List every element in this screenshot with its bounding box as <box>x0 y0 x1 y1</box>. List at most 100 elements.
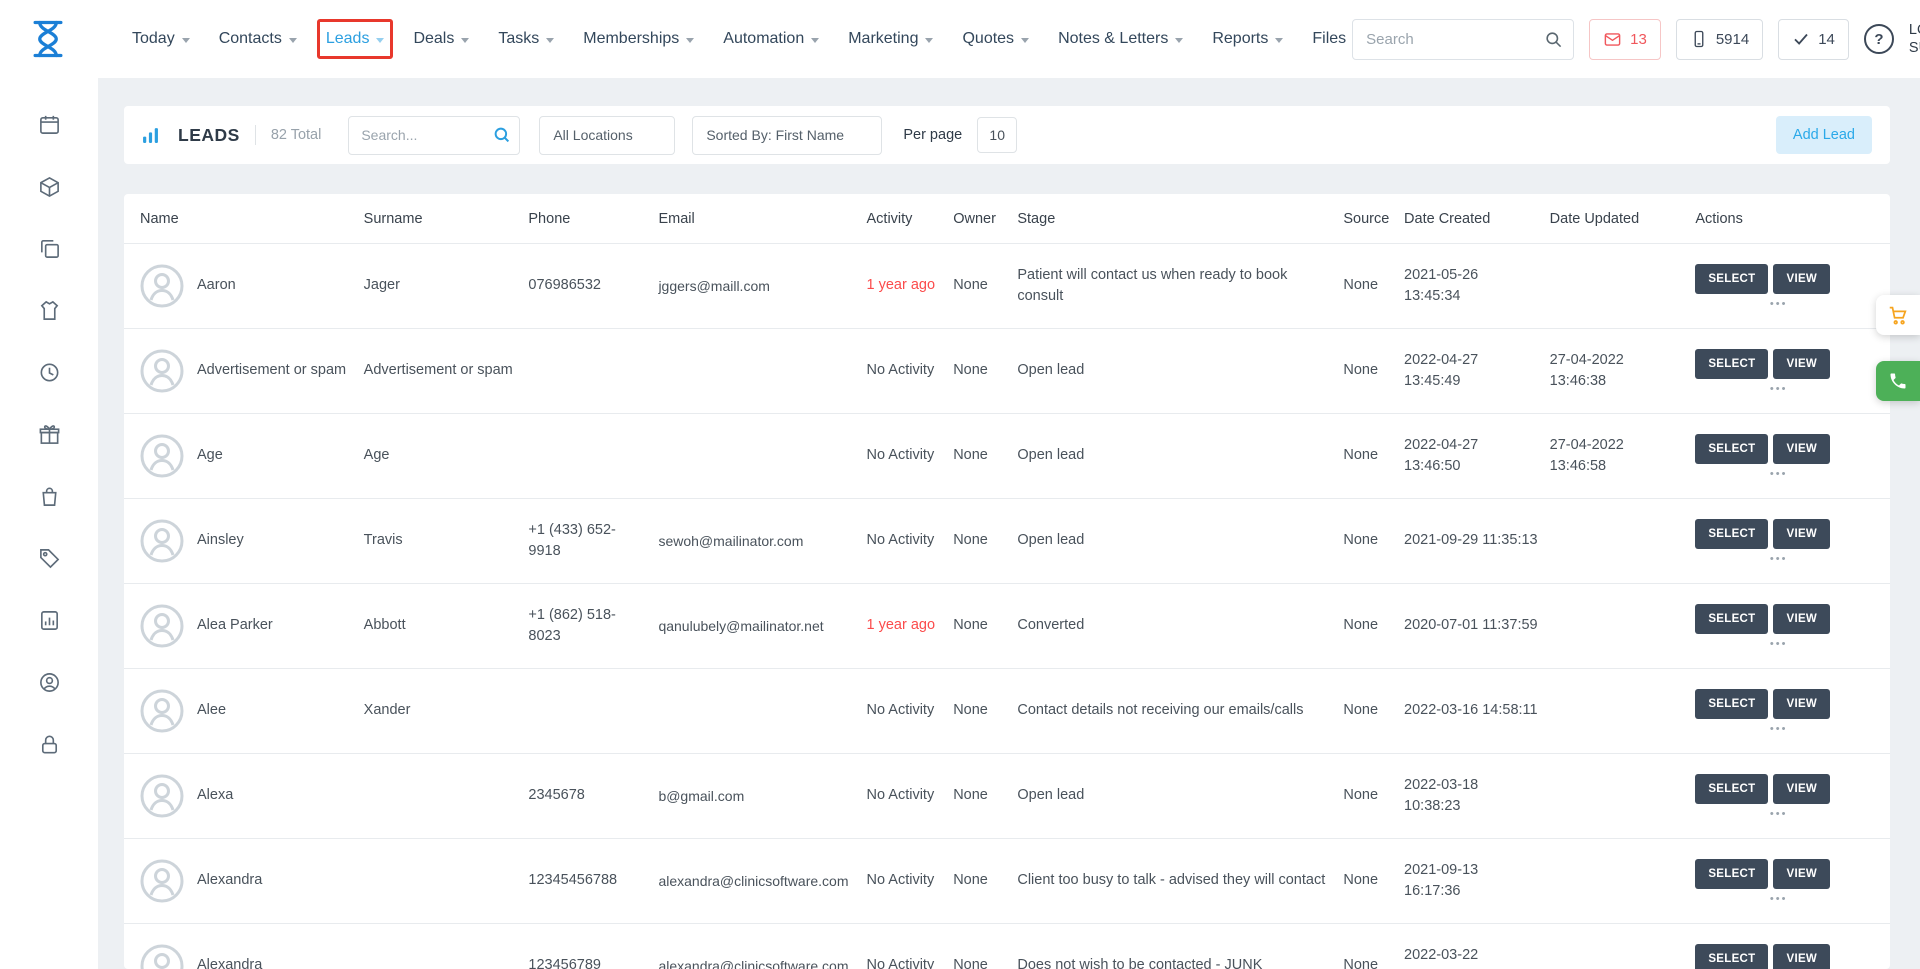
lead-stage: Open lead <box>1017 445 1343 466</box>
more-actions-button[interactable]: ••• <box>1770 301 1788 308</box>
nav-item-automation[interactable]: Automation <box>717 22 825 56</box>
column-header-source[interactable]: Source <box>1343 211 1404 227</box>
lead-surname: Jager <box>364 275 529 296</box>
column-header-surname[interactable]: Surname <box>364 211 529 227</box>
column-header-activity[interactable]: Activity <box>867 211 954 227</box>
more-actions-button[interactable]: ••• <box>1770 471 1788 478</box>
search-icon[interactable] <box>493 126 511 144</box>
select-button[interactable]: SELECT <box>1695 604 1768 634</box>
calendar-icon[interactable] <box>37 112 62 137</box>
more-actions-button[interactable]: ••• <box>1770 556 1788 563</box>
lead-email: jggers@maill.com <box>658 276 866 296</box>
select-button[interactable]: SELECT <box>1695 349 1768 379</box>
lead-surname: Abbott <box>364 615 529 636</box>
lead-date-created: 2021-09-13 16:17:36 <box>1404 860 1550 902</box>
lead-surname: Travis <box>364 530 529 551</box>
lead-date-created: 2021-05-26 13:45:34 <box>1404 265 1550 307</box>
view-button[interactable]: VIEW <box>1773 689 1830 719</box>
shopping-bag-icon[interactable] <box>37 484 62 509</box>
person-placeholder-icon <box>140 434 184 478</box>
select-button[interactable]: SELECT <box>1695 859 1768 889</box>
view-button[interactable]: VIEW <box>1773 264 1830 294</box>
hourglass-logo-icon <box>26 17 70 61</box>
column-header-name[interactable]: Name <box>140 211 364 227</box>
more-actions-button[interactable]: ••• <box>1770 641 1788 648</box>
nav-item-marketing[interactable]: Marketing <box>842 22 939 56</box>
call-float-button[interactable] <box>1876 361 1920 401</box>
mail-badge[interactable]: 13 <box>1589 19 1661 60</box>
nav-item-reports[interactable]: Reports <box>1206 22 1289 56</box>
column-header-date-created[interactable]: Date Created <box>1404 211 1550 227</box>
column-header-date-updated[interactable]: Date Updated <box>1550 211 1696 227</box>
lead-owner: None <box>953 785 1017 806</box>
nav-item-today[interactable]: Today <box>126 22 196 56</box>
nav-item-quotes[interactable]: Quotes <box>956 22 1035 56</box>
sidebar <box>0 78 98 969</box>
nav-item-files[interactable]: Files <box>1306 22 1352 56</box>
shopping-cart-icon <box>1887 304 1909 326</box>
lead-source: None <box>1343 275 1404 296</box>
nav-item-leads[interactable]: Leads <box>317 19 394 59</box>
top-navigation: Today Contacts Leads Deals Tasks Members… <box>0 0 1920 78</box>
app-logo[interactable] <box>26 16 70 62</box>
sms-badge[interactable]: 5914 <box>1676 19 1763 60</box>
lead-stage: Patient will contact us when ready to bo… <box>1017 265 1343 307</box>
more-actions-button[interactable]: ••• <box>1770 811 1788 818</box>
per-page-select[interactable]: 10 <box>977 117 1017 153</box>
package-icon[interactable] <box>37 174 62 199</box>
lead-name: Aaron <box>197 275 236 296</box>
shirt-icon[interactable] <box>37 298 62 323</box>
sort-filter-select[interactable]: Sorted By: First Name <box>692 116 882 155</box>
view-button[interactable]: VIEW <box>1773 519 1830 549</box>
location-filter-select[interactable]: All Locations <box>539 116 675 155</box>
lock-icon[interactable] <box>37 732 62 757</box>
total-count: 82 Total <box>271 127 322 143</box>
view-button[interactable]: VIEW <box>1773 859 1830 889</box>
nav-item-contacts[interactable]: Contacts <box>213 22 303 56</box>
column-header-phone[interactable]: Phone <box>528 211 658 227</box>
more-actions-button[interactable]: ••• <box>1770 726 1788 733</box>
select-button[interactable]: SELECT <box>1695 264 1768 294</box>
global-search-input[interactable] <box>1366 31 1544 48</box>
more-actions-button[interactable]: ••• <box>1770 896 1788 903</box>
gift-icon[interactable] <box>37 422 62 447</box>
lead-source: None <box>1343 615 1404 636</box>
add-lead-button[interactable]: Add Lead <box>1776 116 1872 154</box>
column-header-email[interactable]: Email <box>658 211 866 227</box>
select-button[interactable]: SELECT <box>1695 519 1768 549</box>
nav-item-memberships[interactable]: Memberships <box>577 22 700 56</box>
help-button[interactable]: ? <box>1864 24 1894 54</box>
tag-icon[interactable] <box>37 546 62 571</box>
view-button[interactable]: VIEW <box>1773 604 1830 634</box>
lead-source: None <box>1343 955 1404 969</box>
account-name: LONDON SUPPORT <box>1909 21 1920 57</box>
lead-name: Advertisement or spam <box>197 360 346 381</box>
view-button[interactable]: VIEW <box>1773 349 1830 379</box>
support-icon[interactable] <box>37 670 62 695</box>
select-button[interactable]: SELECT <box>1695 944 1768 969</box>
more-actions-button[interactable]: ••• <box>1770 386 1788 393</box>
mobile-phone-icon <box>1690 30 1708 48</box>
lead-name: Age <box>197 445 223 466</box>
lead-owner: None <box>953 615 1017 636</box>
copy-icon[interactable] <box>37 236 62 261</box>
nav-item-tasks[interactable]: Tasks <box>492 22 560 56</box>
report-icon[interactable] <box>37 608 62 633</box>
cart-float-button[interactable] <box>1876 295 1920 335</box>
lead-stage: Open lead <box>1017 785 1343 806</box>
nav-item-notes-letters[interactable]: Notes & Letters <box>1052 22 1189 56</box>
select-button[interactable]: SELECT <box>1695 774 1768 804</box>
view-button[interactable]: VIEW <box>1773 944 1830 969</box>
select-button[interactable]: SELECT <box>1695 689 1768 719</box>
column-header-owner[interactable]: Owner <box>953 211 1017 227</box>
tasks-badge[interactable]: 14 <box>1778 19 1849 60</box>
select-button[interactable]: SELECT <box>1695 434 1768 464</box>
search-icon[interactable] <box>1544 30 1563 49</box>
nav-item-deals[interactable]: Deals <box>407 22 475 56</box>
column-header-stage[interactable]: Stage <box>1017 211 1343 227</box>
view-button[interactable]: VIEW <box>1773 434 1830 464</box>
lead-owner: None <box>953 445 1017 466</box>
lead-phone: +1 (862) 518-8023 <box>528 605 658 647</box>
history-icon[interactable] <box>37 360 62 385</box>
view-button[interactable]: VIEW <box>1773 774 1830 804</box>
